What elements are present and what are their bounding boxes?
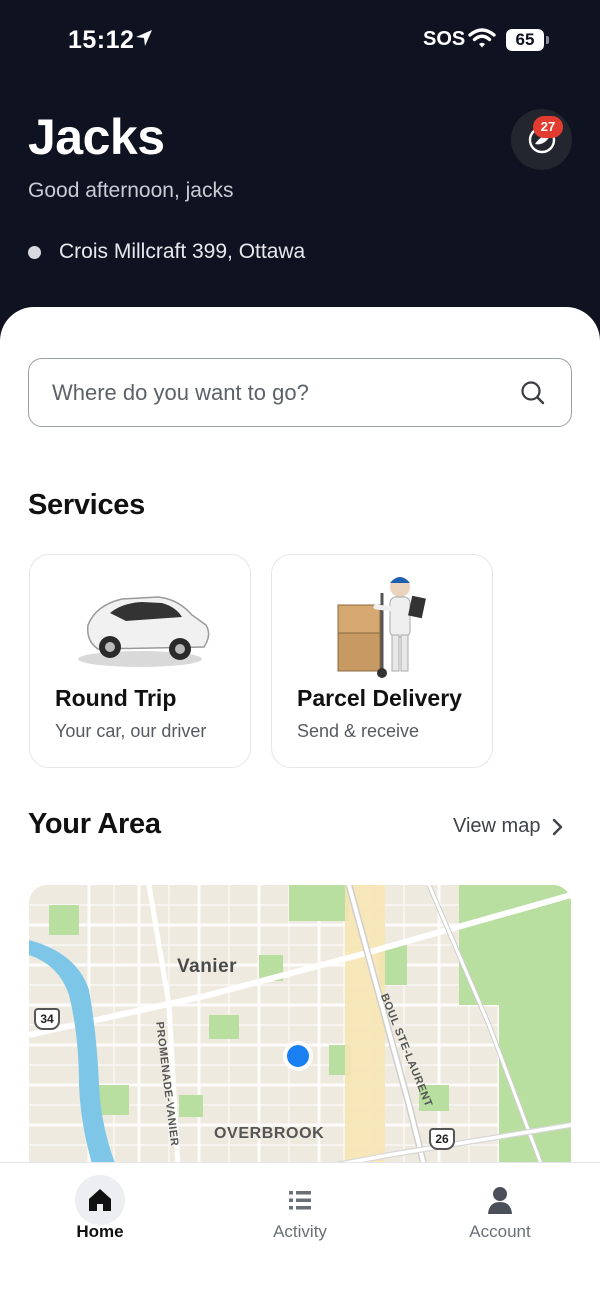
search-placeholder: Where do you want to go? bbox=[52, 380, 309, 405]
battery-nub bbox=[546, 36, 549, 44]
page-title: Jacks bbox=[28, 109, 165, 165]
route-shield-26: 26 bbox=[429, 1128, 455, 1150]
location-arrow-icon bbox=[134, 28, 154, 53]
nav-label-account: Account bbox=[469, 1222, 531, 1241]
current-address[interactable]: Crois Millcraft 399, Ottawa bbox=[59, 240, 305, 264]
area-map[interactable]: Vanier OVERBROOK PROMENADE-VANIER BOUL S… bbox=[29, 885, 571, 1185]
search-icon[interactable] bbox=[519, 379, 547, 412]
service-title: Round Trip bbox=[55, 685, 177, 711]
nav-label-home: Home bbox=[76, 1222, 124, 1241]
nav-item-home[interactable]: Home bbox=[0, 1163, 200, 1263]
nav-item-account[interactable]: Account bbox=[400, 1163, 600, 1263]
search-input[interactable]: Where do you want to go? bbox=[28, 358, 572, 427]
service-card-round-trip[interactable]: Round Trip Your car, our driver bbox=[29, 554, 251, 768]
service-card-parcel-delivery[interactable]: Parcel Delivery Send & receive bbox=[271, 554, 493, 768]
services-heading: Services bbox=[28, 489, 145, 521]
map-label-overbrook: OVERBROOK bbox=[214, 1125, 325, 1142]
person-icon bbox=[475, 1175, 525, 1225]
status-bar: 15:12 SOS 65 bbox=[0, 22, 600, 62]
bottom-nav: Home Activity Account bbox=[0, 1162, 600, 1300]
battery-indicator: 65 bbox=[506, 29, 544, 51]
address-dot-icon bbox=[28, 246, 41, 259]
nav-label-activity: Activity bbox=[273, 1222, 327, 1241]
car-icon bbox=[30, 569, 250, 679]
delivery-person-icon bbox=[272, 569, 492, 679]
nav-item-activity[interactable]: Activity bbox=[200, 1163, 400, 1263]
wifi-icon bbox=[468, 27, 496, 54]
greeting-text: Good afternoon, jacks bbox=[28, 179, 234, 202]
route-shield-34: 34 bbox=[34, 1008, 60, 1030]
view-map-link[interactable]: View map bbox=[453, 815, 540, 838]
map-label-vanier: Vanier bbox=[177, 956, 238, 977]
status-sos: SOS bbox=[423, 28, 466, 50]
your-area-heading: Your Area bbox=[28, 808, 161, 840]
service-title: Parcel Delivery bbox=[297, 685, 462, 711]
service-subtitle: Your car, our driver bbox=[55, 721, 207, 741]
service-subtitle: Send & receive bbox=[297, 721, 420, 741]
chevron-right-icon[interactable] bbox=[551, 817, 565, 842]
home-icon bbox=[75, 1175, 125, 1225]
list-icon bbox=[275, 1175, 325, 1225]
status-time: 15:12 bbox=[68, 26, 135, 54]
notification-badge: 27 bbox=[533, 116, 563, 138]
